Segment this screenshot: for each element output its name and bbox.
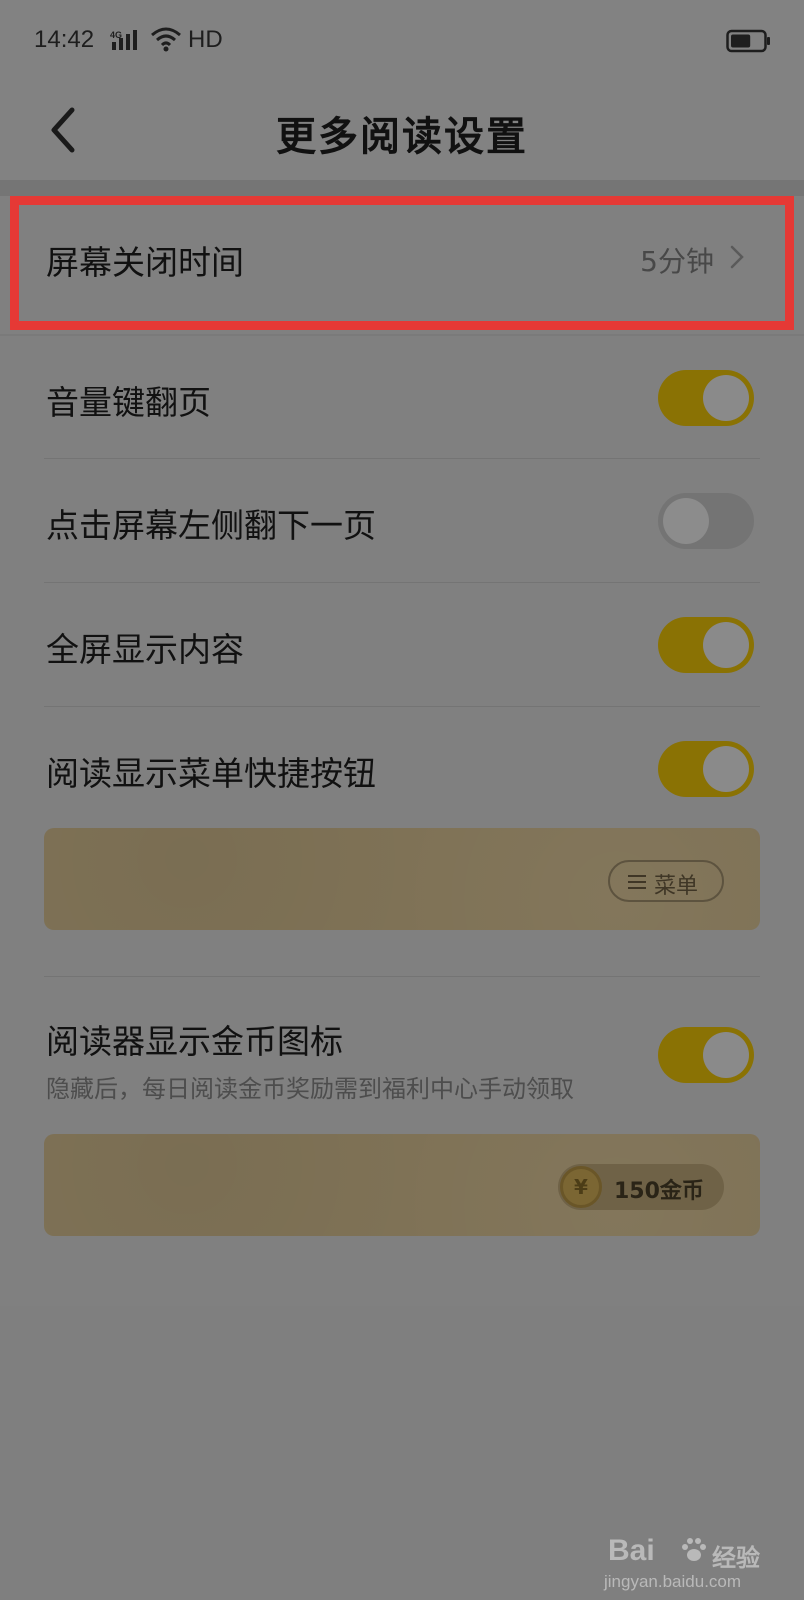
toggle-knob [703,622,749,668]
baidu-jingyan-watermark: Bai 经验 jingyan.baidu.com [604,1534,784,1594]
volume-key-toggle[interactable] [658,370,754,426]
menu-button-preview: 菜单 [44,828,760,930]
menu-lines-icon [628,875,646,889]
tap-left-toggle[interactable] [658,493,754,549]
menu-chip-preview: 菜单 [608,860,724,902]
setting-label: 阅读显示菜单快捷按钮 [46,754,376,793]
watermark-url: jingyan.baidu.com [604,1572,742,1591]
setting-label: 点击屏幕左侧翻下一页 [46,506,376,545]
setting-fullscreen-content: 全屏显示内容 [0,583,804,706]
page-title: 更多阅读设置 [276,113,528,160]
watermark-brand-cn: 经验 [712,1544,760,1572]
coin-icon: ¥ [560,1166,602,1208]
battery-icon [726,29,770,53]
menu-shortcut-toggle[interactable] [658,741,754,797]
toggle-knob [703,375,749,421]
menu-chip-label: 菜单 [654,874,699,899]
setting-volume-key-page-turn: 音量键翻页 [0,336,804,458]
status-time: 14:42 [34,26,95,53]
paw-icon [682,1538,706,1561]
toggle-knob [703,1032,749,1078]
wifi-icon [151,27,181,52]
coin-icon-toggle[interactable] [658,1027,754,1083]
highlight-box [10,196,794,330]
setting-label: 阅读器显示金币图标 [46,1022,343,1061]
settings-list: 屏幕关闭时间 5分钟 音量键翻页 点击屏幕左侧翻下一页 全屏显示内容 阅读显示菜… [0,196,804,1306]
status-bar: 14:42 4G HD [0,0,804,82]
section-gap [0,180,804,196]
setting-menu-shortcut-button: 阅读显示菜单快捷按钮 [0,707,804,827]
setting-label: 全屏显示内容 [46,630,244,669]
coin-amount: 150金币 [614,1179,704,1204]
setting-coin-icon: 阅读器显示金币图标 隐藏后，每日阅读金币奖励需到福利中心手动领取 [0,977,804,1127]
coin-symbol: ¥ [574,1175,588,1199]
signal-icon: 4G [110,30,137,50]
setting-tap-left-next-page: 点击屏幕左侧翻下一页 [0,459,804,582]
watermark-brand: Bai [608,1534,655,1567]
setting-label: 音量键翻页 [46,383,211,422]
fullscreen-toggle[interactable] [658,617,754,673]
header: 更多阅读设置 [0,82,804,180]
setting-description: 隐藏后，每日阅读金币奖励需到福利中心手动领取 [46,1075,574,1103]
coin-icon-preview: ¥ 150金币 [44,1134,760,1236]
status-hd: HD [188,26,223,53]
toggle-knob [703,746,749,792]
toggle-knob [663,498,709,544]
coin-chip-preview: ¥ 150金币 [558,1164,724,1210]
battery-fill [731,34,751,48]
